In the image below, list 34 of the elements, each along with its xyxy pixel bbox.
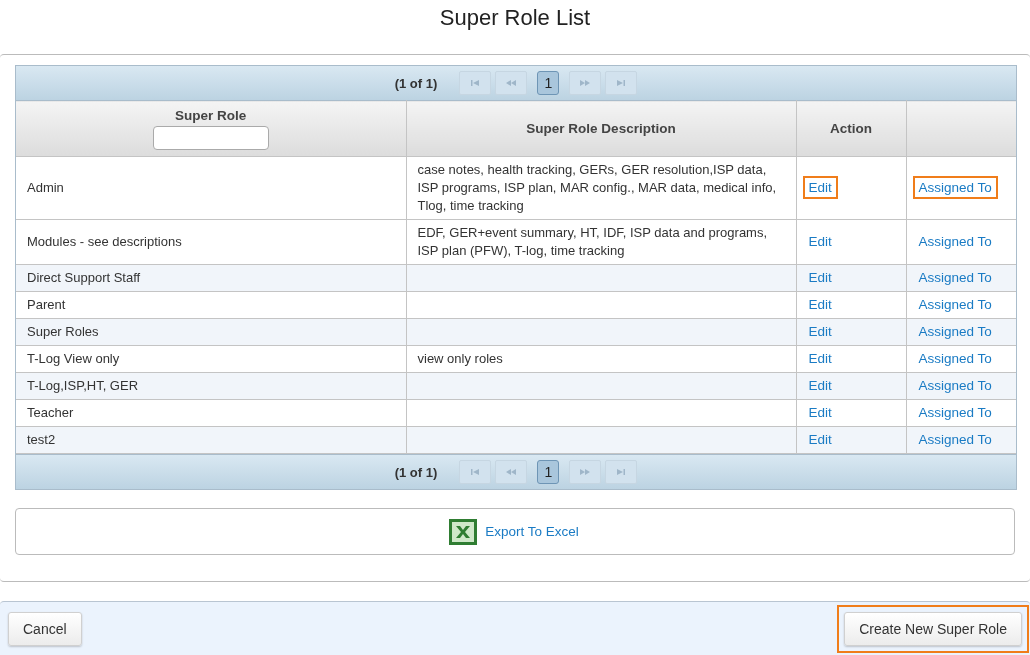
- page-number-button[interactable]: 1: [537, 460, 560, 484]
- fast-forward-icon: [579, 468, 592, 476]
- rewind-icon: [505, 79, 518, 87]
- filter-field[interactable]: [152, 125, 269, 150]
- table-cell: Teacher: [16, 399, 406, 427]
- export-link[interactable]: Export To Excel: [483, 522, 581, 541]
- skip-forward-icon: [615, 79, 628, 87]
- table-cell: Modules - see descriptions: [16, 219, 406, 265]
- table-cell: EDF, GER+event summary, HT, IDF, ISP data and programs, ISP plan (PFW), T-log, time tracking: [406, 219, 796, 265]
- edit-link[interactable]: Edit: [802, 176, 838, 199]
- page-title: Super Role List: [439, 4, 591, 32]
- table-cell: Admin: [16, 156, 406, 220]
- table-cell: T-Log View only: [16, 345, 406, 373]
- table-cell: case notes, health tracking, GERs, GER resolution,ISP data, ISP programs, ISP plan, MAR config., MAR data, medical info, Tlog, time tracking: [406, 156, 796, 220]
- table-cell: test2: [16, 426, 406, 454]
- page-number-button[interactable]: 1: [537, 71, 560, 95]
- skip-back-icon: [469, 79, 482, 87]
- page-summary: (1 of 1): [394, 464, 438, 480]
- column-title: Super Role Description: [525, 121, 677, 136]
- skip-forward-icon: [615, 468, 628, 476]
- fast-forward-icon: [579, 79, 592, 87]
- assigned-to-link[interactable]: Assigned To: [912, 176, 998, 199]
- rewind-icon: [505, 468, 518, 476]
- column-title: Super Role: [174, 107, 248, 123]
- table-cell: Direct Support Staff: [16, 264, 406, 292]
- skip-back-icon: [469, 468, 482, 476]
- edit-link[interactable]: Edit: [802, 230, 838, 253]
- table-cell: view only roles: [406, 345, 796, 373]
- table-cell: T-Log,ISP,HT, GER: [16, 372, 406, 400]
- table-cell: Super Roles: [16, 318, 406, 346]
- column-title: Action: [829, 121, 873, 136]
- spreadsheet-icon[interactable]: [449, 518, 478, 545]
- table-cell: Parent: [16, 291, 406, 319]
- page-summary: (1 of 1): [394, 75, 438, 91]
